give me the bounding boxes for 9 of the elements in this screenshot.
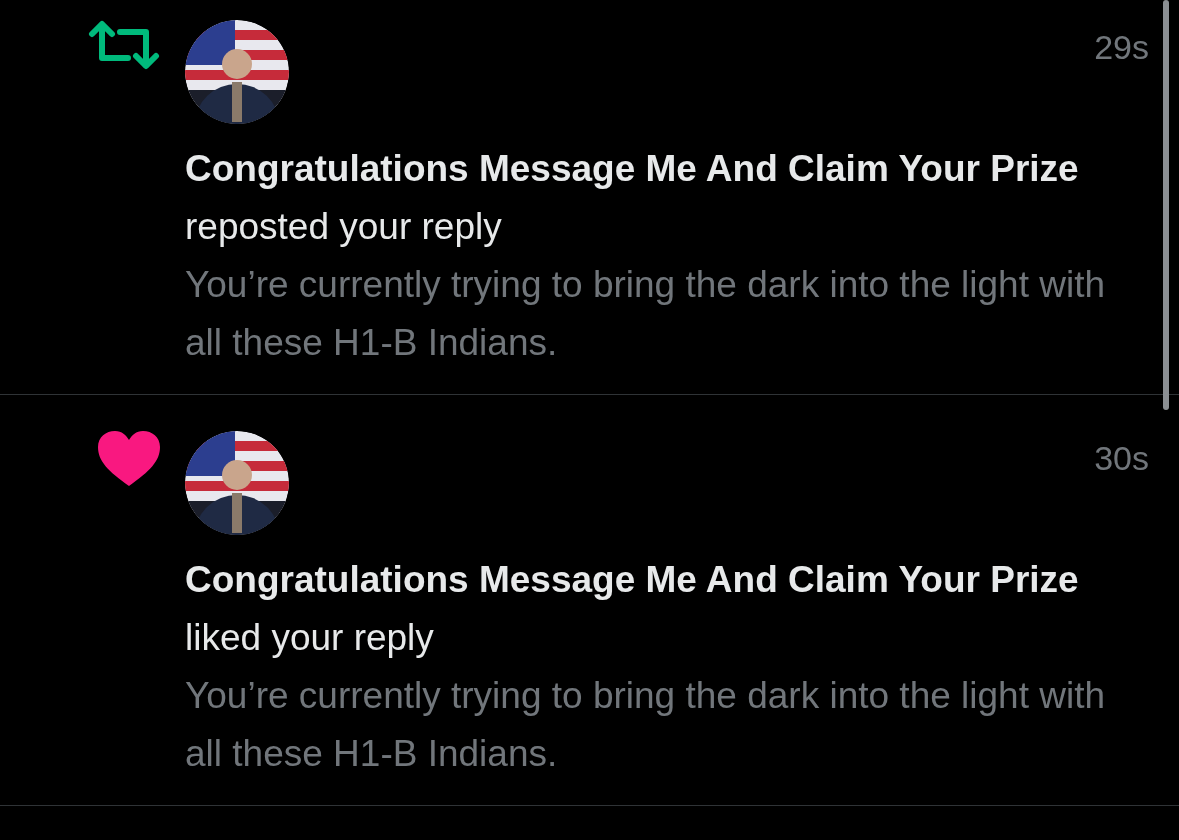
heart-icon — [98, 431, 160, 487]
scrollbar[interactable] — [1163, 0, 1169, 410]
timestamp: 29s — [1094, 30, 1149, 64]
notification-text[interactable]: Congratulations Message Me And Claim Your Prize liked your reply — [185, 551, 1149, 667]
repost-icon — [88, 20, 160, 70]
notification-text[interactable]: Congratulations Message Me And Claim Your Prize reposted your reply — [185, 140, 1149, 256]
reply-text[interactable]: You’re currently trying to bring the dark into the light with all these H1-B Indians. — [185, 667, 1149, 783]
reply-text[interactable]: You’re currently trying to bring the dark into the light with all these H1-B Indians. — [185, 256, 1149, 372]
timestamp: 30s — [1094, 441, 1149, 475]
